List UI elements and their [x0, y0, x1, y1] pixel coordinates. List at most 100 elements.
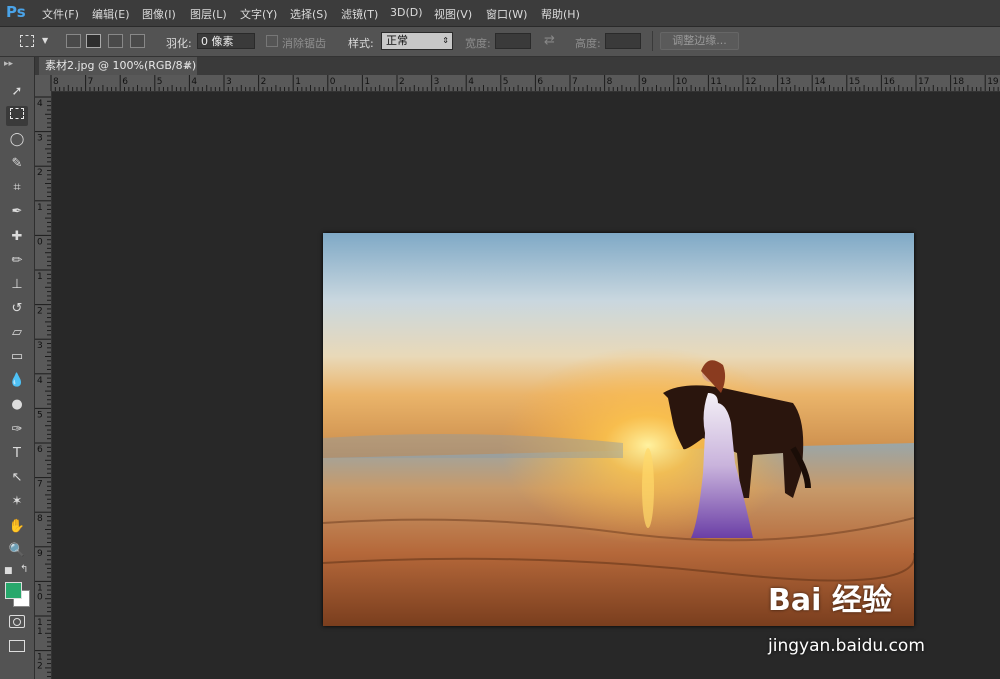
- menu-help[interactable]: 帮助(H): [541, 6, 580, 22]
- ruler-label: 4: [191, 77, 197, 87]
- blur-icon[interactable]: 💧: [6, 371, 28, 391]
- ruler-label: 13: [780, 77, 791, 87]
- antialias-checkbox[interactable]: [266, 35, 278, 47]
- vertical-ruler[interactable]: 43210123456789101112: [35, 91, 52, 679]
- ruler-label: 0: [37, 237, 43, 247]
- width-label: 宽度:: [465, 37, 491, 50]
- ruler-label: 18: [953, 77, 965, 87]
- ruler-label: 6: [37, 445, 43, 455]
- foreground-color-swatch[interactable]: [5, 582, 22, 599]
- ruler-label: 4: [37, 376, 43, 386]
- ruler-label: 12: [745, 77, 756, 87]
- dodge-icon[interactable]: ●: [6, 395, 28, 415]
- menu-image[interactable]: 图像(I): [142, 6, 176, 22]
- pen-icon[interactable]: ✑: [6, 420, 28, 440]
- ruler-label: 8: [607, 77, 613, 87]
- horizontal-ruler-ticks: 8 7 6 5 4 3 2 1 0 1 2 3 4 5 6 7 8 9 10 11 12 13 14 15 16 17 18 19: [50, 75, 999, 91]
- baidu-watermark-url: jingyan.baidu.com: [768, 636, 925, 656]
- healing-icon[interactable]: ✚: [6, 227, 28, 247]
- options-bar: ▼ 羽化: 0 像素 消除锯齿 样式: 正常 ⇕ 宽度: ⇄ 高度: 调整边缘.…: [0, 27, 1000, 57]
- ruler-label: 2: [261, 77, 267, 87]
- type-icon[interactable]: T: [6, 444, 28, 464]
- brush-icon[interactable]: ✏: [6, 251, 28, 271]
- path-select-icon[interactable]: ↖: [6, 468, 28, 488]
- refine-edge-button[interactable]: 调整边缘...: [660, 32, 739, 50]
- history-brush-icon[interactable]: ↺: [6, 299, 28, 319]
- width-input[interactable]: [495, 33, 531, 49]
- add-selection-button[interactable]: [86, 34, 101, 48]
- ruler-label: 1: [364, 77, 370, 87]
- height-input[interactable]: [605, 33, 641, 49]
- default-colors-icon[interactable]: ■: [4, 566, 13, 576]
- zoom-icon[interactable]: 🔍: [6, 541, 28, 561]
- options-divider: [652, 31, 653, 51]
- ruler-label: 2: [37, 168, 43, 178]
- crop-icon[interactable]: ⌗: [6, 178, 28, 198]
- ruler-label: 8: [53, 77, 59, 87]
- select-arrows-icon: ⇕: [442, 36, 449, 45]
- ruler-label: 1: [37, 627, 43, 637]
- quick-select-icon[interactable]: ✎: [6, 154, 28, 174]
- close-icon[interactable]: ×: [184, 57, 193, 75]
- eraser-icon[interactable]: ▱: [6, 323, 28, 343]
- menu-window[interactable]: 窗口(W): [486, 6, 527, 22]
- height-label: 高度:: [575, 37, 601, 50]
- vertical-ruler-ticks: 43210123456789101112: [35, 96, 51, 678]
- document-tab-bar: 素材2.jpg @ 100%(RGB/8#) ×: [35, 57, 1000, 75]
- ruler-label: 5: [157, 77, 163, 87]
- ruler-label: 15: [849, 77, 860, 87]
- ruler-label: 2: [37, 307, 43, 317]
- horizontal-ruler[interactable]: 8 7 6 5 4 3 2 1 0 1 2 3 4 5 6 7 8 9 10 11 12 13 14 15 16 17 18 19: [35, 75, 1000, 92]
- ruler-label: 6: [537, 77, 543, 87]
- ruler-label: 8: [37, 514, 43, 524]
- ruler-label: 5: [37, 410, 43, 420]
- ruler-label: 9: [37, 549, 43, 559]
- menu-edit[interactable]: 编辑(E): [92, 6, 130, 22]
- quick-mask-icon[interactable]: [9, 615, 25, 628]
- document-image[interactable]: [323, 233, 914, 626]
- feather-label: 羽化:: [166, 37, 192, 50]
- swap-icon[interactable]: ⇄: [544, 33, 555, 48]
- ruler-label: 16: [883, 77, 895, 87]
- beach-horse-photo: [323, 233, 914, 626]
- marquee-preset-icon[interactable]: [20, 35, 34, 47]
- ruler-label: 3: [37, 341, 43, 351]
- shape-icon[interactable]: ✶: [6, 492, 28, 512]
- swap-colors-icon[interactable]: ↰: [20, 564, 28, 575]
- document-tab-title: 素材2.jpg @ 100%(RGB/8#): [45, 59, 197, 72]
- marquee-icon[interactable]: [6, 106, 28, 126]
- menu-view[interactable]: 视图(V): [434, 6, 472, 22]
- ruler-label: 17: [918, 77, 929, 87]
- style-select[interactable]: 正常 ⇕: [381, 32, 453, 50]
- toolbox: ▸▸ ➚ ◯ ✎ ⌗ ✒ ✚ ✏ ⊥ ↺ ▱ ▭ 💧 ● ✑ T ↖ ✶ ✋ 🔍…: [0, 57, 35, 679]
- chevron-down-icon[interactable]: ▼: [42, 36, 48, 45]
- screen-mode-icon[interactable]: [9, 640, 25, 652]
- subtract-selection-button[interactable]: [108, 34, 123, 48]
- feather-input[interactable]: 0 像素: [197, 33, 255, 49]
- gradient-icon[interactable]: ▭: [6, 347, 28, 367]
- toolbox-grip[interactable]: ▸▸: [4, 59, 13, 69]
- ruler-label: 4: [468, 77, 474, 87]
- move-icon[interactable]: ➚: [6, 82, 28, 102]
- ruler-label: 3: [37, 134, 43, 144]
- stamp-icon[interactable]: ⊥: [6, 275, 28, 295]
- menu-filter[interactable]: 滤镜(T): [341, 6, 378, 22]
- intersect-selection-button[interactable]: [130, 34, 145, 48]
- ruler-label: 1: [37, 272, 43, 282]
- hand-icon[interactable]: ✋: [6, 517, 28, 537]
- ruler-label: 19: [987, 77, 999, 87]
- ruler-label: 7: [88, 77, 94, 87]
- document-tab[interactable]: 素材2.jpg @ 100%(RGB/8#) ×: [39, 57, 197, 75]
- ruler-label: 7: [37, 480, 43, 490]
- menu-type[interactable]: 文字(Y): [240, 6, 277, 22]
- lasso-icon[interactable]: ◯: [6, 130, 28, 150]
- ruler-label: 5: [503, 77, 509, 87]
- menu-3d[interactable]: 3D(D): [390, 6, 423, 19]
- new-selection-button[interactable]: [66, 34, 81, 48]
- menu-file[interactable]: 文件(F): [42, 6, 79, 22]
- menu-layer[interactable]: 图层(L): [190, 6, 227, 22]
- menu-select[interactable]: 选择(S): [290, 6, 328, 22]
- style-label: 样式:: [348, 37, 374, 50]
- eyedropper-icon[interactable]: ✒: [6, 202, 28, 222]
- ruler-label: 2: [37, 662, 43, 672]
